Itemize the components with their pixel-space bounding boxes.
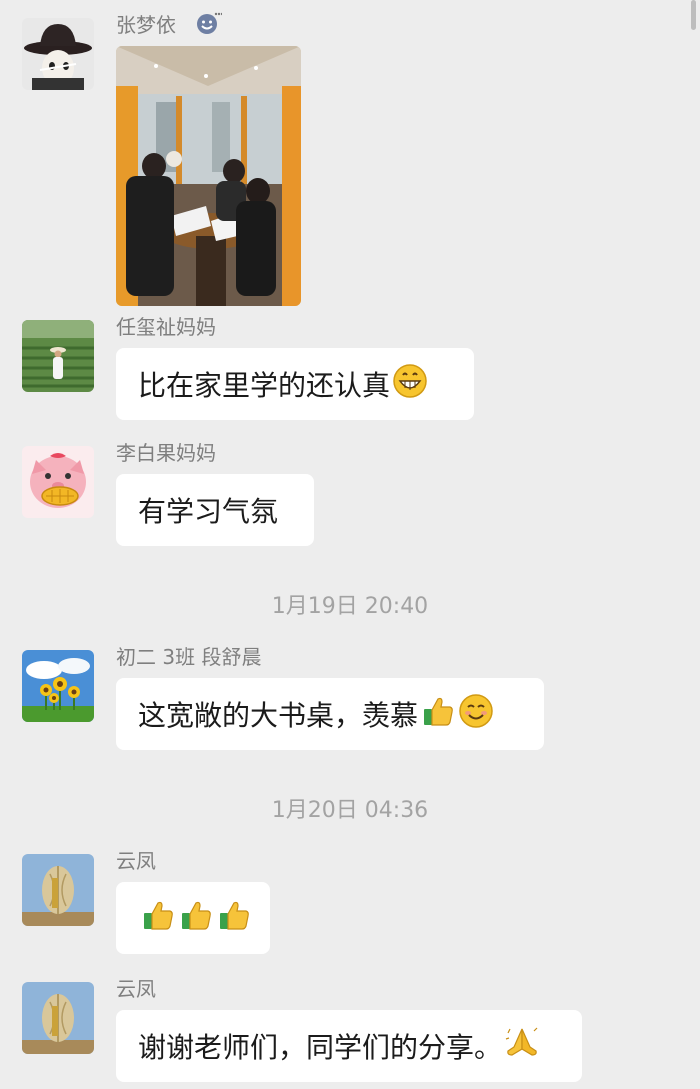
sender-name: 云凤 (116, 977, 156, 1001)
sender-name: 云凤 (116, 849, 156, 873)
sender-name: 任玺祉妈妈 (116, 315, 216, 339)
pig-with-corn-avatar-icon (22, 446, 94, 518)
timestamp: 1月20日 04:36 (271, 798, 429, 823)
sender-name: 张梦依 (116, 13, 176, 37)
folded-hands-emoji-icon (504, 1025, 540, 1068)
avatar[interactable] (22, 854, 94, 926)
message-bubble[interactable]: 谢谢老师们，同学们的分享。 (116, 1010, 582, 1082)
message-bubble[interactable]: 比在家里学的还认真 (116, 348, 474, 420)
avatar[interactable] (22, 18, 94, 90)
grinning-face-emoji-icon (392, 363, 428, 406)
message-text: 比在家里学的还认真 (138, 369, 391, 402)
thumbs-up-emoji-icon (420, 693, 456, 736)
sender-name: 初二 3班 段舒晨 (116, 645, 262, 669)
avatar[interactable] (22, 650, 94, 722)
thumbs-up-emoji-icon (178, 897, 214, 940)
avatar[interactable] (22, 982, 94, 1054)
cowboy-hat-avatar-icon (22, 18, 94, 90)
avatar[interactable] (22, 320, 94, 392)
avatar[interactable] (22, 446, 94, 518)
smiley-status-icon (196, 10, 224, 40)
smiling-face-emoji-icon (458, 693, 494, 736)
golden-shell-sculpture-avatar-icon (22, 854, 94, 926)
message-bubble[interactable]: 这宽敞的大书桌，羡慕 (116, 678, 544, 750)
sunflower-avatar-icon (22, 650, 94, 722)
shared-photo[interactable] (116, 46, 301, 306)
golden-shell-sculpture-avatar-icon (22, 982, 94, 1054)
sender-name: 李白果妈妈 (116, 441, 216, 465)
tea-field-avatar-icon (22, 320, 94, 392)
message-bubble[interactable] (116, 882, 270, 954)
thumbs-up-emoji-icon (140, 897, 176, 940)
timestamp: 1月19日 20:40 (271, 594, 429, 619)
message-bubble[interactable]: 有学习气氛 (116, 474, 314, 546)
scrollbar[interactable] (691, 0, 696, 30)
message-text: 有学习气氛 (138, 495, 279, 528)
chat-message-list[interactable]: 张梦依 任玺祉妈妈 比在家里学的还认真 李白果妈妈 有学习气氛 1月19日 20… (0, 0, 700, 1089)
message-text: 这宽敞的大书桌，羡慕 (138, 699, 419, 732)
message-text: 谢谢老师们，同学们的分享。 (138, 1031, 503, 1064)
thumbs-up-emoji-icon (216, 897, 252, 940)
